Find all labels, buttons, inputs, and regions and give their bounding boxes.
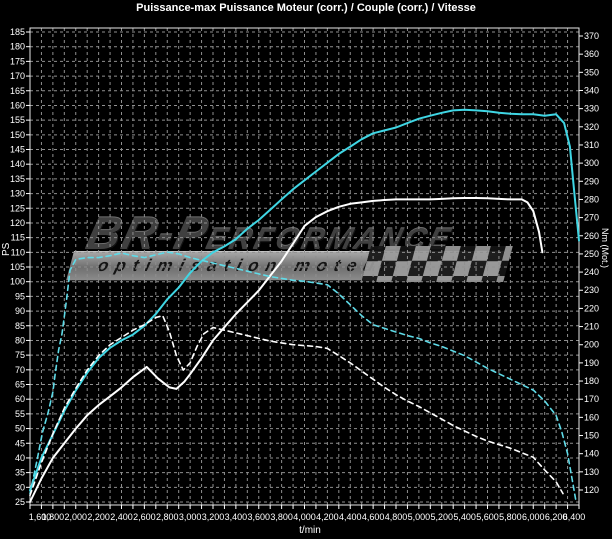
y-left-tick-label: 155	[10, 115, 25, 125]
y-left-tick-label: 25	[15, 497, 25, 507]
y-right-tick-label: 290	[584, 176, 599, 186]
y-left-tick-label: 55	[15, 409, 25, 419]
y-left-tick-label: 170	[10, 71, 25, 81]
y-left-tick-label: 115	[11, 233, 25, 243]
y-left-tick-label: 180	[10, 42, 25, 52]
x-tick-label: 2,800	[156, 512, 179, 522]
y-right-tick-label: 250	[584, 249, 599, 259]
y-right-tick-label: 140	[584, 449, 599, 459]
y-right-tick-label: 300	[584, 158, 599, 168]
x-tick-label: 5,400	[453, 512, 476, 522]
y-right-tick-label: 220	[584, 303, 599, 313]
y-axis-left-label: PS	[1, 243, 12, 256]
dyno-chart-window: Puissance-max Puissance Moteur (corr.) /…	[0, 0, 612, 539]
y-left-tick-label: 35	[15, 468, 25, 478]
x-tick-label: 5,200	[430, 512, 453, 522]
x-tick-label: 2,600	[133, 512, 156, 522]
y-left-tick-label: 70	[15, 365, 25, 375]
y-right-tick-label: 190	[584, 358, 599, 368]
y-right-tick-label: 370	[584, 31, 599, 41]
y-right-tick-label: 230	[584, 285, 599, 295]
y-right-tick-label: 350	[584, 67, 599, 77]
y-left-tick-label: 95	[15, 291, 25, 301]
y-left-tick-label: 135	[10, 174, 25, 184]
x-tick-label: 2,200	[87, 512, 110, 522]
y-right-tick-label: 170	[584, 394, 599, 404]
y-left-tick-label: 125	[10, 203, 25, 213]
plot-area: 185 180 175 170 165 160 155 150 145 140 135 130 125 1…	[0, 0, 612, 539]
y-left-tick-label: 140	[10, 159, 25, 169]
x-tick-label: 6,000	[522, 512, 545, 522]
y-left-tick-label: 100	[10, 277, 25, 287]
x-tick-label: 5,600	[476, 512, 499, 522]
x-tick-label: 4,400	[339, 512, 362, 522]
y-left-tick-label: 150	[10, 130, 25, 140]
x-tick-label: 4,000	[293, 512, 316, 522]
y-right-tick-label: 210	[584, 322, 599, 332]
y-left-tick-label: 40	[15, 453, 25, 463]
x-tick-label: 5,800	[499, 512, 522, 522]
x-tick-label: 5,000	[408, 512, 431, 522]
y-left-tick-label: 30	[15, 482, 25, 492]
y-right-tick-label: 180	[584, 376, 599, 386]
y-right-tick-label: 240	[584, 267, 599, 277]
x-tick-label: 2,400	[110, 512, 133, 522]
y-left-tick-label: 85	[15, 321, 25, 331]
x-tick-label: 3,600	[247, 512, 270, 522]
y-left-tick-label: 80	[15, 335, 25, 345]
y-left-tick-label: 175	[10, 56, 25, 66]
y-right-tick-label: 340	[584, 85, 599, 95]
x-tick-label: 3,000	[179, 512, 202, 522]
y-right-tick-label: 330	[584, 104, 599, 114]
y-left-tick-label: 130	[10, 189, 25, 199]
x-tick-label: 4,800	[385, 512, 408, 522]
y-right-tick-label: 360	[584, 49, 599, 59]
y-left-tick-label: 120	[10, 218, 25, 228]
x-tick-label: 6,400	[563, 512, 586, 522]
y-right-tick-label: 150	[584, 431, 599, 441]
curve-torque-dashed-cyan	[30, 252, 576, 499]
x-tick-label: 3,800	[270, 512, 293, 522]
y-left-tick-label: 185	[10, 27, 25, 37]
y-left-tick-label: 90	[15, 306, 25, 316]
x-axis-label: t/min	[270, 525, 350, 536]
y-axis-right-label: Nm (Mot.)	[600, 228, 610, 268]
y-left-tick-label: 160	[10, 100, 25, 110]
x-tick-label: 4,600	[362, 512, 385, 522]
x-tick-label: 3,200	[202, 512, 225, 522]
plot-border	[30, 28, 579, 505]
y-right-tick-label: 200	[584, 340, 599, 350]
y-left-tick-label: 105	[10, 262, 25, 272]
x-tick-label: 2,000	[64, 512, 87, 522]
x-tick-label: 1,800	[42, 512, 65, 522]
y-left-tick-label: 110	[11, 247, 25, 257]
x-tick-label: 4,200	[316, 512, 339, 522]
y-left-tick-label: 145	[10, 145, 25, 155]
y-right-tick-label: 320	[584, 122, 599, 132]
y-left-tick-label: 60	[15, 394, 25, 404]
y-right-tick-label: 270	[584, 213, 599, 223]
y-right-tick-label: 120	[584, 485, 599, 495]
y-right-tick-label: 160	[584, 412, 599, 422]
y-left-tick-label: 165	[10, 86, 25, 96]
x-tick-label: 3,400	[225, 512, 248, 522]
y-left-tick-label: 45	[15, 438, 25, 448]
y-right-tick-label: 260	[584, 231, 599, 241]
y-right-tick-label: 280	[584, 194, 599, 204]
y-left-tick-label: 75	[15, 350, 25, 360]
y-left-tick-label: 50	[15, 424, 25, 434]
y-right-tick-label: 310	[584, 140, 599, 150]
y-right-tick-label: 130	[584, 467, 599, 477]
y-left-tick-label: 65	[15, 380, 25, 390]
